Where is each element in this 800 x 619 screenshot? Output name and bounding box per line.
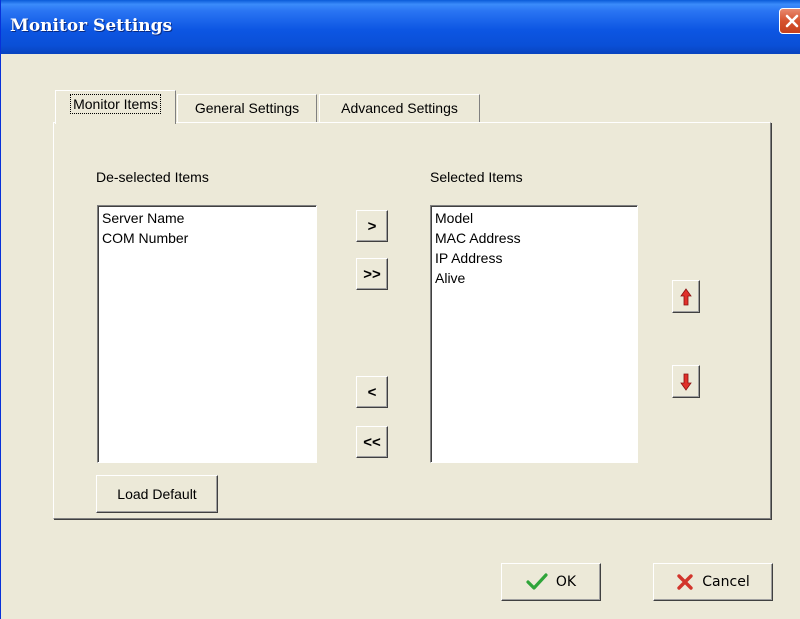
cancel-label: Cancel — [702, 574, 750, 590]
add-all-button[interactable]: >> — [356, 258, 388, 290]
remove-all-button[interactable]: << — [356, 426, 388, 458]
cancel-x-icon — [676, 573, 694, 591]
list-item[interactable]: IP Address — [435, 248, 633, 268]
arrow-down-icon — [680, 373, 692, 391]
tab-label: Monitor Items — [70, 94, 161, 114]
checkmark-icon — [526, 573, 548, 591]
selected-items-label: Selected Items — [430, 169, 523, 185]
remove-item-button[interactable]: < — [356, 376, 388, 408]
list-item[interactable]: COM Number — [102, 228, 312, 248]
title-bar[interactable]: Monitor Settings — [1, 0, 800, 54]
close-button[interactable] — [779, 8, 800, 34]
tab-label: General Settings — [194, 100, 300, 116]
list-item[interactable]: Server Name — [102, 208, 312, 228]
cancel-button[interactable]: Cancel — [653, 563, 773, 601]
deselected-items-label: De-selected Items — [96, 169, 209, 185]
load-default-button[interactable]: Load Default — [96, 475, 218, 513]
list-item[interactable]: Alive — [435, 268, 633, 288]
close-icon — [785, 14, 799, 28]
ok-label: OK — [555, 574, 577, 590]
tab-advanced-settings[interactable]: Advanced Settings — [319, 94, 480, 122]
move-up-button[interactable] — [672, 280, 700, 313]
tab-label: Advanced Settings — [341, 100, 458, 116]
monitor-settings-dialog: Monitor Settings Monitor Items General S… — [0, 0, 800, 619]
list-item[interactable]: MAC Address — [435, 228, 633, 248]
tab-general-settings[interactable]: General Settings — [177, 94, 317, 122]
ok-button[interactable]: OK — [501, 563, 601, 601]
selected-items-list[interactable]: Model MAC Address IP Address Alive — [430, 205, 638, 463]
list-item[interactable]: Model — [435, 208, 633, 228]
arrow-up-icon — [680, 287, 692, 305]
add-item-button[interactable]: > — [356, 210, 388, 242]
monitor-items-panel: De-selected Items Server Name COM Number… — [53, 122, 771, 519]
window-title: Monitor Settings — [10, 16, 173, 36]
move-down-button[interactable] — [672, 365, 700, 398]
tab-monitor-items[interactable]: Monitor Items — [55, 90, 176, 124]
deselected-items-list[interactable]: Server Name COM Number — [97, 205, 317, 463]
